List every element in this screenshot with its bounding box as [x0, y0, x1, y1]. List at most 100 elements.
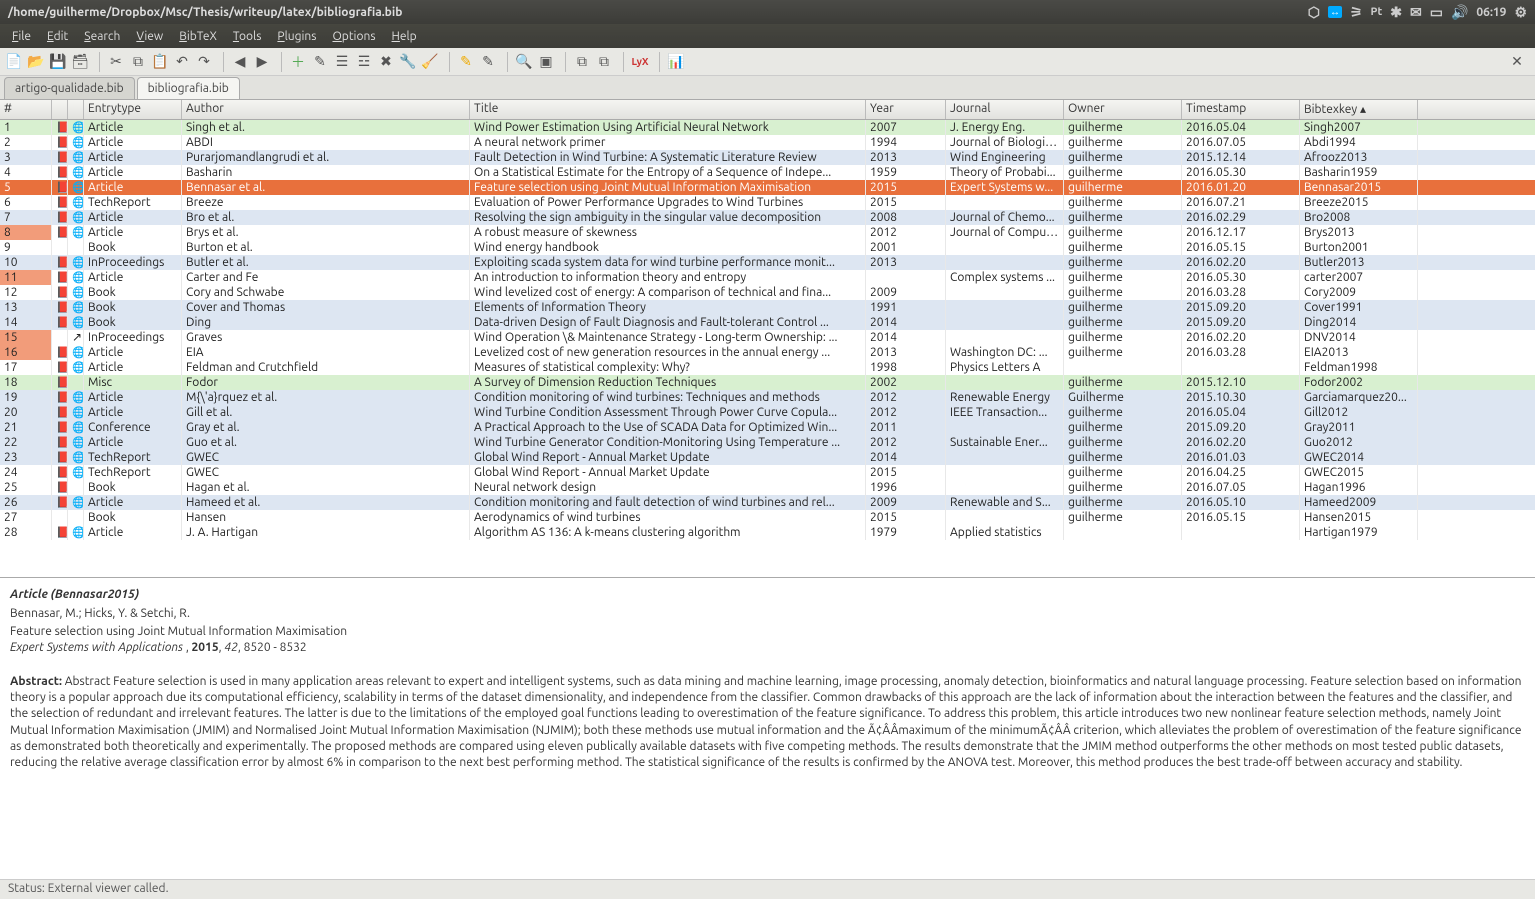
- pdf-icon[interactable]: 📕: [56, 406, 68, 419]
- www-icon[interactable]: 🌐: [72, 226, 84, 239]
- www-icon[interactable]: 🌐: [72, 316, 84, 329]
- www-icon[interactable]: 🌐: [72, 286, 84, 299]
- gear-icon[interactable]: ⚙: [1514, 4, 1527, 21]
- table-row[interactable]: 12📕🌐BookCory and SchwabeWind levelized c…: [0, 285, 1535, 300]
- pdf-icon[interactable]: 📕: [56, 316, 68, 329]
- table-row[interactable]: 18📕MiscFodorA Survey of Dimension Reduct…: [0, 375, 1535, 390]
- pdf-icon[interactable]: 📕: [56, 346, 68, 359]
- pdf-icon[interactable]: 📕: [56, 466, 68, 479]
- pdf-icon[interactable]: 📕: [56, 181, 68, 194]
- copy-icon[interactable]: ⧉: [128, 52, 148, 72]
- menu-tools[interactable]: Tools: [225, 28, 270, 45]
- table-row[interactable]: 19📕🌐ArticleM{\'a}rquez et al.Condition m…: [0, 390, 1535, 405]
- open-icon[interactable]: 📂: [26, 52, 46, 72]
- cleanup-icon[interactable]: 🧹: [420, 52, 440, 72]
- volume-icon[interactable]: 🔊: [1451, 4, 1468, 21]
- www-icon[interactable]: 🌐: [72, 271, 84, 284]
- www-icon[interactable]: 🌐: [72, 361, 84, 374]
- www-icon[interactable]: 🌐: [72, 421, 84, 434]
- wifi-icon[interactable]: ⚞: [1350, 4, 1363, 21]
- table-row[interactable]: 10📕🌐InProceedingsButler et al.Exploiting…: [0, 255, 1535, 270]
- menu-plugins[interactable]: Plugins: [269, 28, 324, 45]
- pdf-icon[interactable]: 📕: [56, 271, 68, 284]
- tab[interactable]: bibliografia.bib: [137, 77, 240, 99]
- www-icon[interactable]: 🌐: [72, 466, 84, 479]
- grid-body[interactable]: 1📕🌐ArticleSingh et al.Wind Power Estimat…: [0, 120, 1535, 577]
- table-row[interactable]: 26📕🌐ArticleHameed et al.Condition monito…: [0, 495, 1535, 510]
- menu-view[interactable]: View: [128, 28, 171, 45]
- push-paste-icon[interactable]: ⧉: [594, 52, 614, 72]
- www-icon[interactable]: 🌐: [72, 346, 84, 359]
- www-icon[interactable]: 🌐: [72, 406, 84, 419]
- table-row[interactable]: 15↗InProceedingsGravesWind Operation \& …: [0, 330, 1535, 345]
- menu-bibtex[interactable]: BibTeX: [171, 28, 225, 45]
- pdf-icon[interactable]: 📕: [56, 256, 68, 269]
- menu-help[interactable]: Help: [384, 28, 425, 45]
- column-header[interactable]: [52, 100, 68, 119]
- keyboard-lang[interactable]: Pt: [1371, 6, 1383, 18]
- table-row[interactable]: 7📕🌐ArticleBro et al.Resolving the sign a…: [0, 210, 1535, 225]
- table-row[interactable]: 9BookBurton et al.Wind energy handbook20…: [0, 240, 1535, 255]
- www-icon[interactable]: 🌐: [72, 526, 84, 539]
- pdf-icon[interactable]: 📕: [56, 436, 68, 449]
- pdf-icon[interactable]: 📕: [56, 481, 68, 494]
- tab[interactable]: artigo-qualidade.bib: [4, 77, 135, 99]
- table-row[interactable]: 20📕🌐ArticleGill et al.Wind Turbine Condi…: [0, 405, 1535, 420]
- openoffice-icon[interactable]: 📊: [666, 52, 686, 72]
- column-header[interactable]: Author: [182, 100, 470, 119]
- new-entry-icon[interactable]: ＋: [288, 52, 308, 72]
- table-row[interactable]: 14📕🌐BookDingData-driven Design of Fault …: [0, 315, 1535, 330]
- column-header[interactable]: Year: [866, 100, 946, 119]
- table-row[interactable]: 24📕🌐TechReportGWECGlobal Wind Report - A…: [0, 465, 1535, 480]
- lyx-icon[interactable]: LyX: [630, 52, 650, 72]
- www-icon[interactable]: 🌐: [72, 121, 84, 134]
- www-icon[interactable]: 🌐: [72, 436, 84, 449]
- column-header[interactable]: Timestamp: [1182, 100, 1300, 119]
- column-header[interactable]: #: [0, 100, 52, 119]
- back-icon[interactable]: ◀: [230, 52, 250, 72]
- dropbox-icon[interactable]: ⬡: [1308, 4, 1320, 21]
- table-row[interactable]: 17📕🌐ArticleFeldman and CrutchfieldMeasur…: [0, 360, 1535, 375]
- table-row[interactable]: 4📕🌐ArticleBasharinOn a Statistical Estim…: [0, 165, 1535, 180]
- column-header[interactable]: Owner: [1064, 100, 1182, 119]
- table-row[interactable]: 13📕🌐BookCover and ThomasElements of Info…: [0, 300, 1535, 315]
- pdf-icon[interactable]: 📕: [56, 451, 68, 464]
- column-header[interactable]: Entrytype: [84, 100, 182, 119]
- mail-icon[interactable]: ✉: [1410, 4, 1422, 21]
- autogenerate-icon[interactable]: 🔧: [398, 52, 418, 72]
- pdf-icon[interactable]: 📕: [56, 301, 68, 314]
- www-icon[interactable]: 🌐: [72, 496, 84, 509]
- table-row[interactable]: 2📕🌐ArticleABDIA neural network primer199…: [0, 135, 1535, 150]
- table-row[interactable]: 16📕🌐ArticleEIALevelized cost of new gene…: [0, 345, 1535, 360]
- close-tab-icon[interactable]: ✕: [1507, 52, 1527, 72]
- save-all-icon[interactable]: 🗃: [70, 52, 90, 72]
- menu-file[interactable]: File: [4, 28, 39, 45]
- www-icon[interactable]: 🌐: [72, 211, 84, 224]
- pdf-icon[interactable]: 📕: [56, 166, 68, 179]
- table-row[interactable]: 23📕🌐TechReportGWECGlobal Wind Report - A…: [0, 450, 1535, 465]
- bluetooth-icon[interactable]: ✱: [1390, 4, 1402, 21]
- pdf-icon[interactable]: 📕: [56, 151, 68, 164]
- table-row[interactable]: 27BookHansenAerodynamics of wind turbine…: [0, 510, 1535, 525]
- save-icon[interactable]: 💾: [48, 52, 68, 72]
- www-icon[interactable]: 🌐: [72, 391, 84, 404]
- www-icon[interactable]: 🌐: [72, 181, 84, 194]
- table-row[interactable]: 1📕🌐ArticleSingh et al.Wind Power Estimat…: [0, 120, 1535, 135]
- external-icon[interactable]: ↗: [72, 331, 84, 344]
- column-header[interactable]: Journal: [946, 100, 1064, 119]
- table-row[interactable]: 28📕🌐ArticleJ. A. HartiganAlgorithm AS 13…: [0, 525, 1535, 540]
- column-header[interactable]: Title: [470, 100, 866, 119]
- pdf-icon[interactable]: 📕: [56, 421, 68, 434]
- table-row[interactable]: 22📕🌐ArticleGuo et al.Wind Turbine Genera…: [0, 435, 1535, 450]
- paste-icon[interactable]: 📋: [150, 52, 170, 72]
- pdf-icon[interactable]: 📕: [56, 496, 68, 509]
- table-row[interactable]: 5📕🌐ArticleBennasar et al.Feature selecti…: [0, 180, 1535, 195]
- edit-strings-icon[interactable]: ☰: [332, 52, 352, 72]
- table-row[interactable]: 8📕🌐ArticleBrys et al.A robust measure of…: [0, 225, 1535, 240]
- pdf-icon[interactable]: 📕: [56, 226, 68, 239]
- undo-icon[interactable]: ↶: [172, 52, 192, 72]
- pdf-icon[interactable]: 📕: [56, 286, 68, 299]
- clock[interactable]: 06:19: [1476, 6, 1506, 19]
- unmark-icon[interactable]: ✎: [478, 52, 498, 72]
- pdf-icon[interactable]: 📕: [56, 361, 68, 374]
